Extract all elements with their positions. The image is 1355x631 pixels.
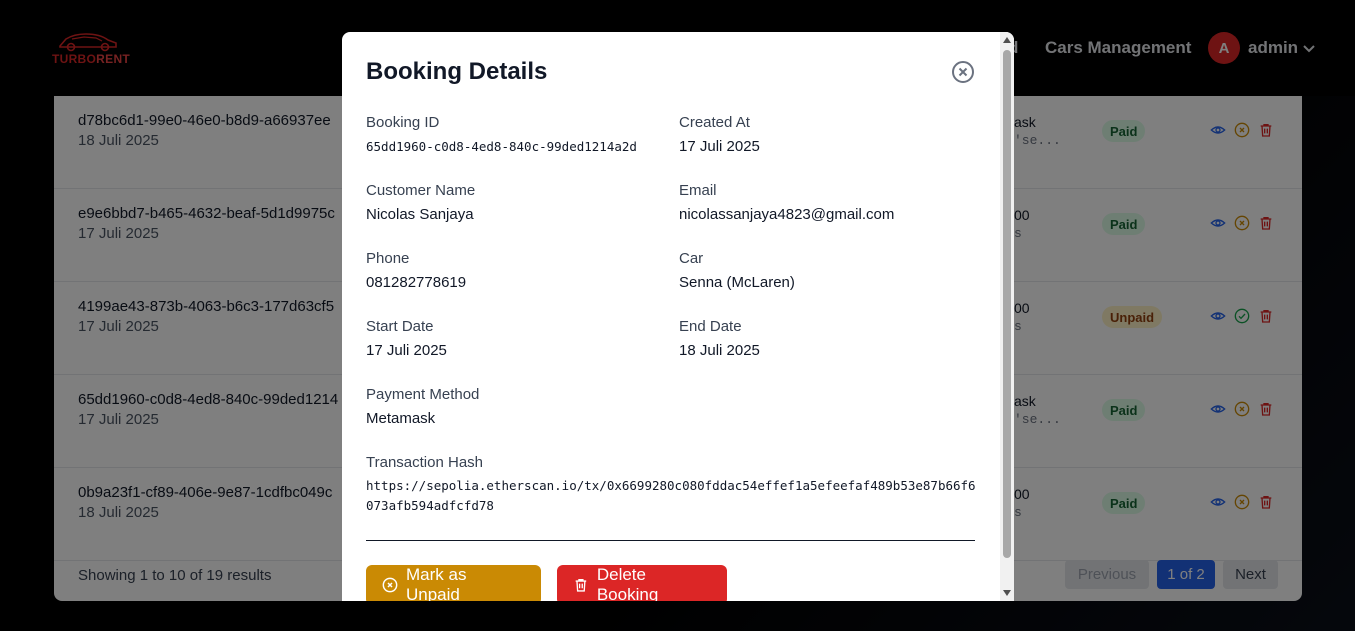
modal-title: Booking Details	[366, 58, 548, 85]
payment-method-value: Metamask	[366, 410, 436, 427]
delete-booking-label: Delete Booking	[596, 565, 659, 601]
end-date-value: 18 Juli 2025	[679, 342, 760, 359]
scroll-up-arrow-icon[interactable]	[1002, 36, 1012, 44]
start-date-value: 17 Juli 2025	[366, 342, 447, 359]
booking-id-value: 65dd1960-c0d8-4ed8-840c-99ded1214a2d	[366, 139, 637, 154]
customer-name-label: Customer Name	[366, 182, 476, 199]
delete-booking-button[interactable]: Delete Booking	[557, 565, 727, 601]
trash-icon	[575, 579, 587, 592]
close-icon[interactable]	[951, 60, 975, 84]
end-date-label: End Date	[679, 318, 742, 335]
car-label: Car	[679, 250, 704, 267]
scrollbar-thumb[interactable]	[1003, 50, 1011, 558]
page: TURBORENT d Cars Management A admin d78b…	[0, 0, 1355, 631]
payment-method-label: Payment Method	[366, 386, 480, 403]
email-label: Email	[679, 182, 717, 199]
divider	[366, 540, 975, 541]
mark-unpaid-button[interactable]: Mark as Unpaid	[366, 565, 541, 601]
phone-label: Phone	[366, 250, 410, 267]
email-value: nicolassanjaya4823@gmail.com	[679, 206, 895, 223]
scroll-down-arrow-icon[interactable]	[1002, 589, 1012, 597]
transaction-hash-label: Transaction Hash	[366, 454, 483, 471]
car-value: Senna (McLaren)	[679, 274, 795, 291]
transaction-hash-value[interactable]: https://sepolia.etherscan.io/tx/0x669928…	[366, 476, 978, 516]
created-at-label: Created At	[679, 114, 750, 131]
customer-name-value: Nicolas Sanjaya	[366, 206, 474, 223]
created-at-value: 17 Juli 2025	[679, 138, 760, 155]
phone-value: 081282778619	[366, 274, 467, 291]
booking-id-label: Booking ID	[366, 114, 440, 131]
booking-details-modal: Booking Details Booking ID 65dd1960-c0d8…	[342, 32, 1014, 601]
start-date-label: Start Date	[366, 318, 434, 335]
mark-unpaid-label: Mark as Unpaid	[406, 565, 467, 601]
x-circle-icon	[382, 577, 398, 593]
